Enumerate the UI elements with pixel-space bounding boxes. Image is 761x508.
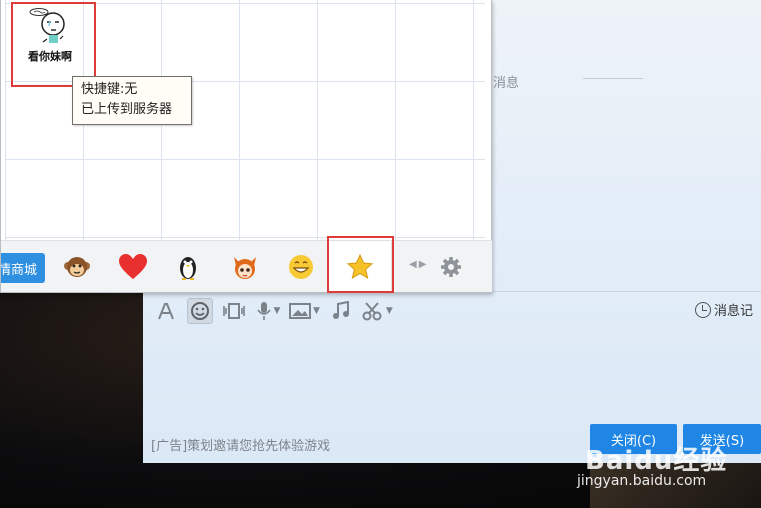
font-icon[interactable] <box>153 298 179 324</box>
gear-icon <box>441 257 461 277</box>
sticker-tooltip: 快捷键:无 已上传到服务器 <box>72 76 192 125</box>
emoji-panel: 看你妹啊 快捷键:无 已上传到服务器 情商城 ◀▶ <box>0 0 492 293</box>
tab-fox-girl[interactable] <box>227 249 263 285</box>
stick-figure-sticker-image <box>29 8 65 43</box>
emoji-icon[interactable] <box>187 298 213 324</box>
custom-sticker[interactable]: 看你妹啊 <box>15 6 85 80</box>
message-history-label: 消息记 <box>714 304 754 319</box>
microphone-icon[interactable]: ▼ <box>255 298 281 324</box>
tooltip-upload-status: 已上传到服务器 <box>81 102 173 117</box>
monkey-icon <box>64 257 90 277</box>
star-icon <box>346 253 374 280</box>
window-shake-icon[interactable] <box>221 298 247 324</box>
ad-link[interactable]: [广告]策划邀请您抢先体验游戏 <box>151 435 330 454</box>
message-hint: 消息 <box>493 76 520 91</box>
tab-penguin[interactable] <box>170 249 206 285</box>
clock-icon <box>695 301 711 318</box>
tooltip-shortcut: 快捷键:无 <box>81 82 138 97</box>
grin-icon <box>289 255 313 279</box>
scissors-icon[interactable]: ▼ <box>362 298 393 324</box>
scroll-arrows-icon[interactable]: ◀▶ <box>409 259 428 270</box>
heart-icon <box>119 254 147 279</box>
fox-girl-icon <box>234 257 256 279</box>
penguin-icon <box>180 257 196 280</box>
chevron-down-icon[interactable]: ▼ <box>274 306 281 316</box>
tab-grin[interactable] <box>283 249 319 285</box>
divider <box>583 78 643 79</box>
music-icon[interactable] <box>328 298 354 324</box>
tab-monkey[interactable] <box>59 249 95 285</box>
image-icon[interactable]: ▼ <box>289 298 320 324</box>
settings-button[interactable] <box>433 249 469 285</box>
watermark-url: jingyan.baidu.com <box>577 473 707 489</box>
chevron-down-icon[interactable]: ▼ <box>386 306 393 316</box>
baidu-watermark: Baidu经验 <box>585 446 728 476</box>
sticker-caption: 看你妹啊 <box>28 50 72 63</box>
tab-heart[interactable] <box>115 249 151 285</box>
tab-favorites[interactable] <box>328 241 392 293</box>
emoji-tab-bar: 情商城 ◀▶ <box>1 240 492 293</box>
emoji-mall-button[interactable]: 情商城 <box>1 253 45 283</box>
input-toolbar: ▼ ▼ ▼ <box>153 296 401 326</box>
message-history-button[interactable]: 消息记 <box>695 300 753 319</box>
chevron-down-icon[interactable]: ▼ <box>313 306 320 316</box>
